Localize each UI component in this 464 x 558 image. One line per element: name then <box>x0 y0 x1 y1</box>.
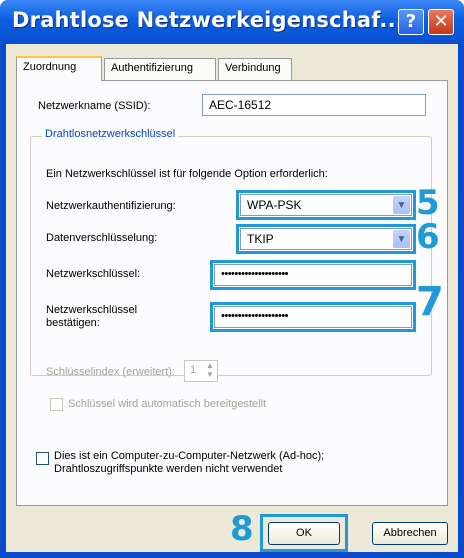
confirm-key-label-1: Netzwerkschlüssel <box>46 304 138 316</box>
callout-6: 6 <box>416 217 440 257</box>
key-index-label: Schlüsselindex (erweitert): <box>46 366 175 378</box>
help-button[interactable]: ? <box>398 9 424 35</box>
dialog-body: Zuordnung Authentifizierung Verbindung N… <box>6 44 458 552</box>
adhoc-checkbox[interactable] <box>36 452 49 465</box>
spinner-down-icon: ▼ <box>206 370 214 379</box>
key-info-text: Ein Netzwerkschlüssel ist für folgende O… <box>46 168 328 180</box>
key-index-value: 1 <box>190 364 197 376</box>
title-bar[interactable]: Drahtlose Netzwerkeigenschaf... ? ✕ <box>0 0 464 44</box>
spinner-up-icon: ▲ <box>206 361 214 370</box>
auto-key-checkbox <box>50 398 63 411</box>
key-index-spinner: 1 ▲ ▼ <box>184 360 218 382</box>
callout-7: 7 <box>416 279 444 325</box>
encryption-highlight <box>236 224 416 254</box>
confirm-key-label-2: bestätigen: <box>46 317 100 329</box>
auto-key-label: Schlüssel wird automatisch bereitgestell… <box>68 398 267 410</box>
tab-zuordnung[interactable]: Zuordnung <box>16 56 102 81</box>
ssid-label: Netzwerkname (SSID): <box>38 100 151 112</box>
tab-verbindung[interactable]: Verbindung <box>218 58 292 80</box>
callout-8: 8 <box>230 509 254 549</box>
dialog-window: Drahtlose Netzwerkeigenschaf... ? ✕ Zuor… <box>0 0 464 558</box>
auth-highlight <box>236 190 416 220</box>
network-key-highlight <box>210 260 416 290</box>
ok-highlight <box>260 514 348 552</box>
network-key-label: Netzwerkschlüssel: <box>46 268 141 280</box>
cancel-button[interactable]: Abbrechen <box>372 522 448 545</box>
tab-authentifizierung[interactable]: Authentifizierung <box>104 58 216 80</box>
callout-5: 5 <box>416 183 440 223</box>
ssid-input[interactable]: AEC-16512 <box>202 94 426 116</box>
adhoc-label-line2: Drahtloszugriffspunkte werden nicht verw… <box>54 463 283 475</box>
close-button[interactable]: ✕ <box>428 9 454 35</box>
encryption-label: Datenverschlüsselung: <box>46 232 158 244</box>
key-group-title: Drahtlosnetzwerkschlüssel <box>42 128 179 140</box>
adhoc-label-line1: Dies ist ein Computer-zu-Computer-Netzwe… <box>54 450 325 462</box>
window-title: Drahtlose Netzwerkeigenschaf... <box>12 8 404 32</box>
confirm-key-highlight <box>210 302 416 332</box>
close-icon: ✕ <box>433 11 449 32</box>
auth-label: Netzwerkauthentifizierung: <box>46 200 176 212</box>
